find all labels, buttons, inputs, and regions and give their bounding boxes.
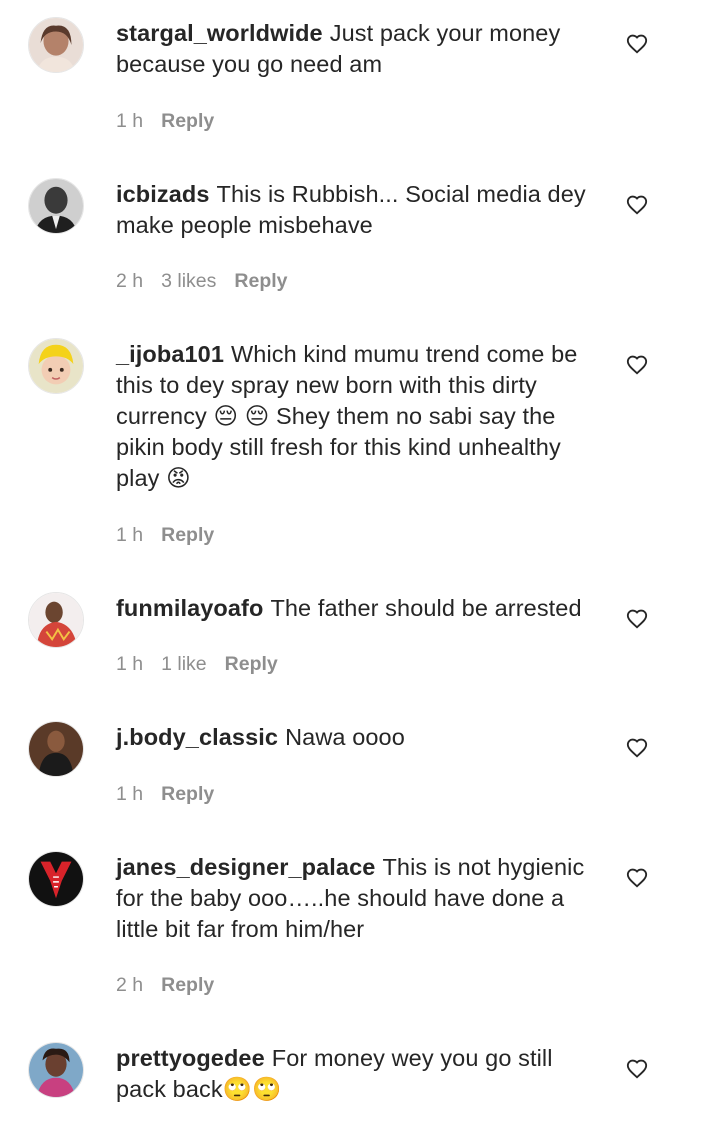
- comment-text: funmilayoafo The father should be arreste…: [116, 593, 606, 624]
- comment-text: j.body_classic Nawa oooo: [116, 722, 606, 753]
- like-heart-icon[interactable]: [626, 354, 648, 376]
- like-heart-icon[interactable]: [626, 737, 648, 759]
- comment-username[interactable]: icbizads: [116, 181, 210, 207]
- comment-likes[interactable]: 3 likes: [161, 268, 216, 294]
- comment-time: 1 h: [116, 783, 144, 805]
- comment-time: 1 h: [116, 524, 144, 546]
- comment-time: 1 h: [116, 110, 144, 132]
- comment-time: 2 h: [116, 974, 144, 996]
- comment-meta-row: 1 h Reply: [116, 522, 606, 548]
- comment-body: prettyogedee For money wey you go still p…: [116, 1043, 606, 1105]
- comment-username[interactable]: _ijoba101: [116, 341, 224, 367]
- comment-meta-row: 1 h 1 like Reply: [116, 651, 606, 677]
- comment-username[interactable]: funmilayoafo: [116, 595, 263, 621]
- comment-username[interactable]: janes_designer_palace: [116, 854, 375, 880]
- comment-username[interactable]: prettyogedee: [116, 1045, 265, 1071]
- avatar[interactable]: [28, 178, 84, 234]
- reply-button[interactable]: Reply: [161, 972, 214, 998]
- reply-button[interactable]: Reply: [225, 651, 278, 677]
- reply-button[interactable]: Reply: [161, 522, 214, 548]
- comment-message: Nawa oooo: [285, 724, 405, 750]
- comment-username[interactable]: j.body_classic: [116, 724, 278, 750]
- reply-button[interactable]: Reply: [234, 268, 287, 294]
- comment-likes[interactable]: 1 like: [161, 651, 207, 677]
- comment-body: stargal_worldwide Just pack your money be…: [116, 18, 606, 80]
- avatar[interactable]: [28, 338, 84, 394]
- avatar[interactable]: [28, 721, 84, 777]
- comment-body: icbizads This is Rubbish... Social media …: [116, 179, 606, 241]
- comment-body: _ijoba101 Which kind mumu trend come be t…: [116, 339, 606, 494]
- comment-time: 1 h: [116, 653, 144, 675]
- comment-body: janes_designer_palace This is not hygieni…: [116, 852, 606, 945]
- comment-time: 2 h: [116, 270, 144, 292]
- comment-body: funmilayoafo The father should be arreste…: [116, 593, 606, 624]
- like-heart-icon[interactable]: [626, 194, 648, 216]
- comment-text: stargal_worldwide Just pack your money be…: [116, 18, 606, 80]
- comment-text: icbizads This is Rubbish... Social media …: [116, 179, 606, 241]
- comment-body: j.body_classic Nawa oooo: [116, 722, 606, 753]
- avatar[interactable]: [28, 851, 84, 907]
- comment-meta-row: 2 h 3 likes Reply: [116, 268, 606, 294]
- avatar[interactable]: [28, 17, 84, 73]
- comment-username[interactable]: stargal_worldwide: [116, 20, 323, 46]
- comment-message: The father should be arrested: [270, 595, 582, 621]
- like-heart-icon[interactable]: [626, 1058, 648, 1080]
- avatar[interactable]: [28, 592, 84, 648]
- like-heart-icon[interactable]: [626, 867, 648, 889]
- comment-text: janes_designer_palace This is not hygieni…: [116, 852, 606, 945]
- comment-meta-row: 1 h Reply: [116, 781, 606, 807]
- avatar[interactable]: [28, 1042, 84, 1098]
- comment-text: prettyogedee For money wey you go still p…: [116, 1043, 606, 1105]
- like-heart-icon[interactable]: [626, 33, 648, 55]
- reply-button[interactable]: Reply: [161, 781, 214, 807]
- reply-button[interactable]: Reply: [161, 108, 214, 134]
- comment-meta-row: 1 h Reply: [116, 108, 606, 134]
- comment-text: _ijoba101 Which kind mumu trend come be t…: [116, 339, 606, 494]
- like-heart-icon[interactable]: [626, 608, 648, 630]
- comment-meta-row: 2 h Reply: [116, 972, 606, 998]
